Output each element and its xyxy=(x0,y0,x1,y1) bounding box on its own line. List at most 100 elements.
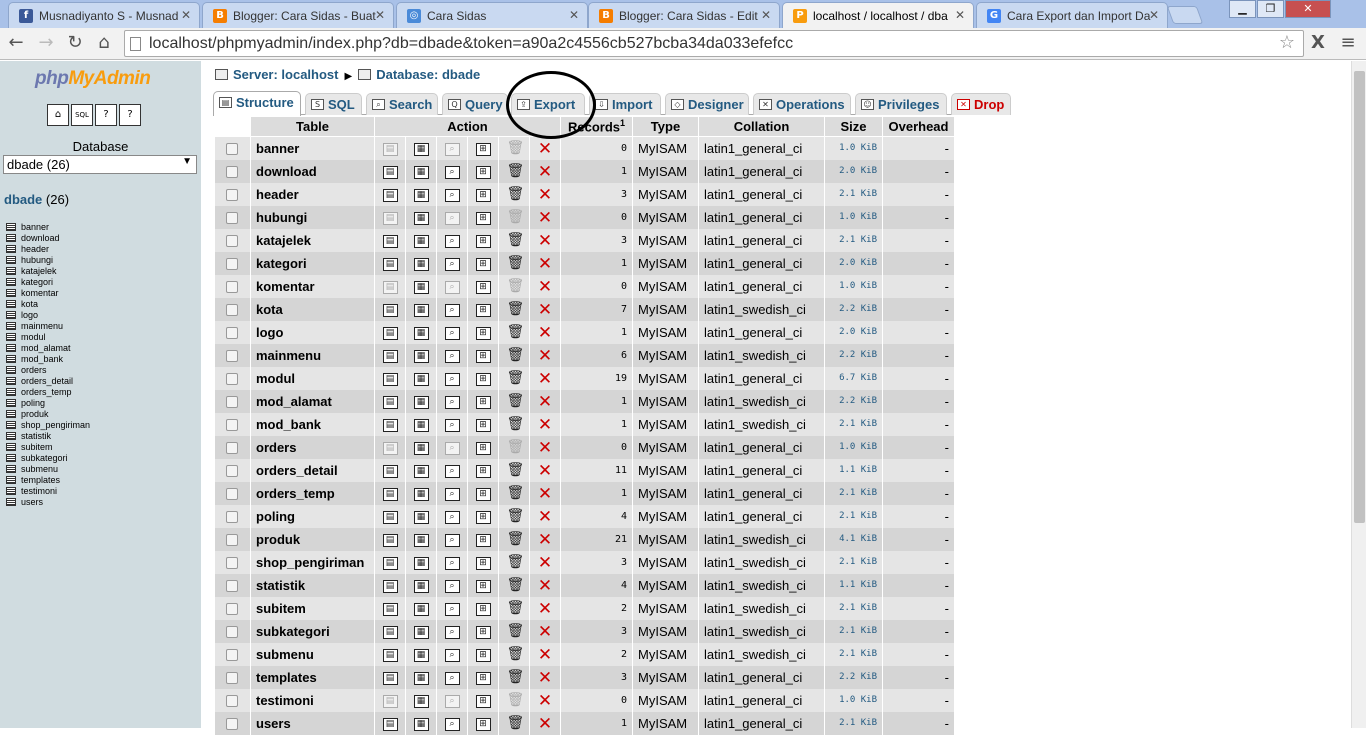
insert-icon[interactable]: ⊞ xyxy=(475,142,491,156)
search-icon[interactable]: ⌕ xyxy=(444,556,460,570)
size-cell[interactable]: 1.0 KiB xyxy=(824,688,883,712)
table-name-link[interactable]: shop_pengiriman xyxy=(250,550,375,574)
browse-icon[interactable]: ▤ xyxy=(382,211,398,225)
row-checkbox[interactable] xyxy=(226,327,239,340)
size-cell[interactable]: 1.1 KiB xyxy=(824,458,883,482)
sidebar-table-label[interactable]: modul xyxy=(21,332,46,342)
size-cell[interactable]: 2.1 KiB xyxy=(824,182,883,206)
search-icon[interactable]: ⌕ xyxy=(444,234,460,248)
tab-search[interactable]: ⌕ Search xyxy=(366,93,438,115)
sidebar-table-label[interactable]: download xyxy=(21,233,60,243)
structure-icon[interactable]: ▦ xyxy=(413,418,429,432)
table-icon[interactable] xyxy=(6,421,16,429)
table-name-link[interactable]: mod_bank xyxy=(250,412,375,436)
sidebar-table-item[interactable]: banner xyxy=(6,222,90,233)
empty-icon[interactable]: 🗑 xyxy=(507,164,525,179)
sidebar-table-item[interactable]: orders_detail xyxy=(6,376,90,387)
insert-icon[interactable]: ⊞ xyxy=(475,602,491,616)
search-icon[interactable]: ⌕ xyxy=(444,142,460,156)
row-checkbox[interactable] xyxy=(226,672,239,685)
insert-icon[interactable]: ⊞ xyxy=(475,165,491,179)
structure-icon[interactable]: ▦ xyxy=(413,602,429,616)
drop-icon[interactable]: ✕ xyxy=(538,531,553,548)
sidebar-table-label[interactable]: hubungi xyxy=(21,255,53,265)
home-icon[interactable]: ⌂ xyxy=(92,31,116,55)
browse-icon[interactable]: ▤ xyxy=(382,349,398,363)
browser-tab[interactable]: f Musnadiyanto S - Musnad ✕ xyxy=(8,2,200,28)
sidebar-table-label[interactable]: statistik xyxy=(21,431,51,441)
table-name-link[interactable]: templates xyxy=(250,665,375,689)
drop-icon[interactable]: ✕ xyxy=(538,669,553,686)
size-cell[interactable]: 2.0 KiB xyxy=(824,320,883,344)
structure-icon[interactable]: ▦ xyxy=(413,671,429,685)
sidebar-table-label[interactable]: mainmenu xyxy=(21,321,63,331)
structure-icon[interactable]: ▦ xyxy=(413,142,429,156)
search-icon[interactable]: ⌕ xyxy=(444,418,460,432)
close-tab-icon[interactable]: ✕ xyxy=(181,8,191,22)
drop-icon[interactable]: ✕ xyxy=(538,209,553,226)
table-name-link[interactable]: banner xyxy=(250,136,375,160)
drop-icon[interactable]: ✕ xyxy=(538,301,553,318)
table-name-link[interactable]: hubungi xyxy=(250,205,375,229)
sidebar-table-label[interactable]: kota xyxy=(21,299,38,309)
insert-icon[interactable]: ⊞ xyxy=(475,556,491,570)
row-checkbox[interactable] xyxy=(226,626,239,639)
search-icon[interactable]: ⌕ xyxy=(444,533,460,547)
search-icon[interactable]: ⌕ xyxy=(444,694,460,708)
row-checkbox[interactable] xyxy=(226,235,239,248)
structure-icon[interactable]: ▦ xyxy=(413,257,429,271)
insert-icon[interactable]: ⊞ xyxy=(475,717,491,731)
table-icon[interactable] xyxy=(6,366,16,374)
size-cell[interactable]: 6.7 KiB xyxy=(824,366,883,390)
browse-icon[interactable]: ▤ xyxy=(382,671,398,685)
drop-icon[interactable]: ✕ xyxy=(538,324,553,341)
browse-icon[interactable]: ▤ xyxy=(382,487,398,501)
browse-icon[interactable]: ▤ xyxy=(382,372,398,386)
structure-icon[interactable]: ▦ xyxy=(413,395,429,409)
row-checkbox[interactable] xyxy=(226,695,239,708)
browse-icon[interactable]: ▤ xyxy=(382,625,398,639)
drop-icon[interactable]: ✕ xyxy=(538,140,553,157)
search-icon[interactable]: ⌕ xyxy=(444,510,460,524)
sidebar-table-item[interactable]: mod_alamat xyxy=(6,343,90,354)
table-icon[interactable] xyxy=(6,476,16,484)
drop-icon[interactable]: ✕ xyxy=(538,577,553,594)
table-icon[interactable] xyxy=(6,355,16,363)
drop-icon[interactable]: ✕ xyxy=(538,600,553,617)
sidebar-table-item[interactable]: download xyxy=(6,233,90,244)
row-checkbox[interactable] xyxy=(226,488,239,501)
drop-icon[interactable]: ✕ xyxy=(538,439,553,456)
sidebar-table-label[interactable]: orders_detail xyxy=(21,376,73,386)
size-cell[interactable]: 2.1 KiB xyxy=(824,619,883,643)
table-name-link[interactable]: testimoni xyxy=(250,688,375,712)
size-cell[interactable]: 1.0 KiB xyxy=(824,274,883,298)
insert-icon[interactable]: ⊞ xyxy=(475,257,491,271)
scrollbar-thumb[interactable] xyxy=(1354,71,1365,523)
browse-icon[interactable]: ▤ xyxy=(382,165,398,179)
search-icon[interactable]: ⌕ xyxy=(444,487,460,501)
empty-icon[interactable]: 🗑 xyxy=(507,555,525,570)
size-cell[interactable]: 2.0 KiB xyxy=(824,159,883,183)
sidebar-table-label[interactable]: header xyxy=(21,244,49,254)
structure-icon[interactable]: ▦ xyxy=(413,349,429,363)
close-tab-icon[interactable]: ✕ xyxy=(1149,8,1159,22)
structure-icon[interactable]: ▦ xyxy=(413,188,429,202)
browse-icon[interactable]: ▤ xyxy=(382,579,398,593)
row-checkbox[interactable] xyxy=(226,465,239,478)
browse-icon[interactable]: ▤ xyxy=(382,510,398,524)
sidebar-table-item[interactable]: katajelek xyxy=(6,266,90,277)
reload-icon[interactable]: ↻ xyxy=(63,31,87,55)
browse-icon[interactable]: ▤ xyxy=(382,648,398,662)
structure-icon[interactable]: ▦ xyxy=(413,464,429,478)
breadcrumb-server[interactable]: Server: localhost xyxy=(233,67,339,82)
row-checkbox[interactable] xyxy=(226,350,239,363)
empty-icon[interactable]: 🗑 xyxy=(507,463,525,478)
close-tab-icon[interactable]: ✕ xyxy=(569,8,579,22)
table-name-link[interactable]: orders_detail xyxy=(250,458,375,482)
empty-icon[interactable]: 🗑 xyxy=(507,647,525,662)
structure-icon[interactable]: ▦ xyxy=(413,165,429,179)
browse-icon[interactable]: ▤ xyxy=(382,533,398,547)
empty-icon[interactable]: 🗑 xyxy=(507,256,525,271)
table-name-link[interactable]: subkategori xyxy=(250,619,375,643)
row-checkbox[interactable] xyxy=(226,603,239,616)
